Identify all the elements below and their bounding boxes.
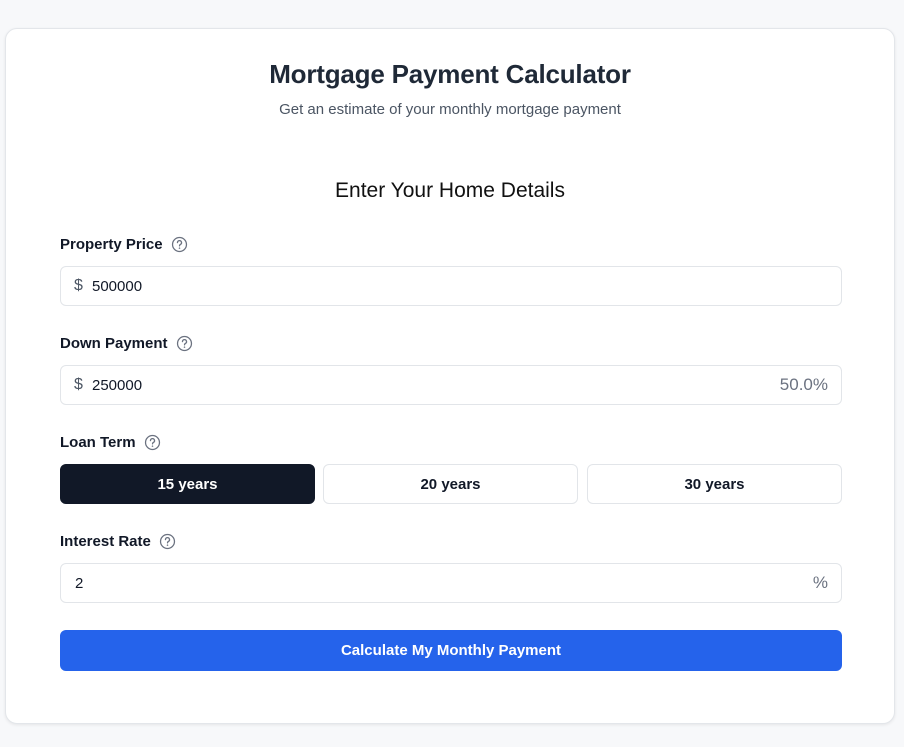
percent-suffix: % [812, 573, 828, 592]
down-payment-value[interactable]: 250000 [92, 377, 780, 394]
help-icon[interactable] [144, 434, 161, 451]
loan-term-label: Loan Term [60, 434, 161, 451]
page-subtitle: Get an estimate of your monthly mortgage… [279, 101, 621, 118]
section-title: Enter Your Home Details [335, 179, 565, 202]
loan-term-30-years-button[interactable]: 30 years [587, 464, 842, 504]
loan-term-label-text: Loan Term [60, 434, 136, 451]
interest-rate-input[interactable]: 2 % [60, 563, 842, 603]
down-payment-label: Down Payment [60, 335, 193, 352]
currency-prefix: $ [74, 277, 83, 294]
down-payment-label-text: Down Payment [60, 335, 168, 352]
interest-rate-label-text: Interest Rate [60, 533, 151, 550]
page-title: Mortgage Payment Calculator [269, 59, 631, 89]
down-payment-percent: 50.0% [779, 375, 828, 394]
help-icon[interactable] [159, 533, 176, 550]
help-icon[interactable] [176, 335, 193, 352]
calculator-card: Mortgage Payment Calculator Get an estim… [5, 28, 895, 724]
property-price-label: Property Price [60, 236, 188, 253]
down-payment-input[interactable]: $ 250000 50.0% [60, 365, 842, 405]
help-icon[interactable] [171, 236, 188, 253]
interest-rate-value[interactable]: 2 [75, 575, 813, 592]
property-price-label-text: Property Price [60, 236, 163, 253]
loan-term-20-years-button[interactable]: 20 years [323, 464, 578, 504]
interest-rate-label: Interest Rate [60, 533, 176, 550]
calculate-button[interactable]: Calculate My Monthly Payment [60, 630, 842, 671]
property-price-value[interactable]: 500000 [92, 278, 841, 295]
property-price-input[interactable]: $ 500000 [60, 266, 842, 306]
currency-prefix: $ [74, 376, 83, 393]
loan-term-15-years-button[interactable]: 15 years [60, 464, 315, 504]
